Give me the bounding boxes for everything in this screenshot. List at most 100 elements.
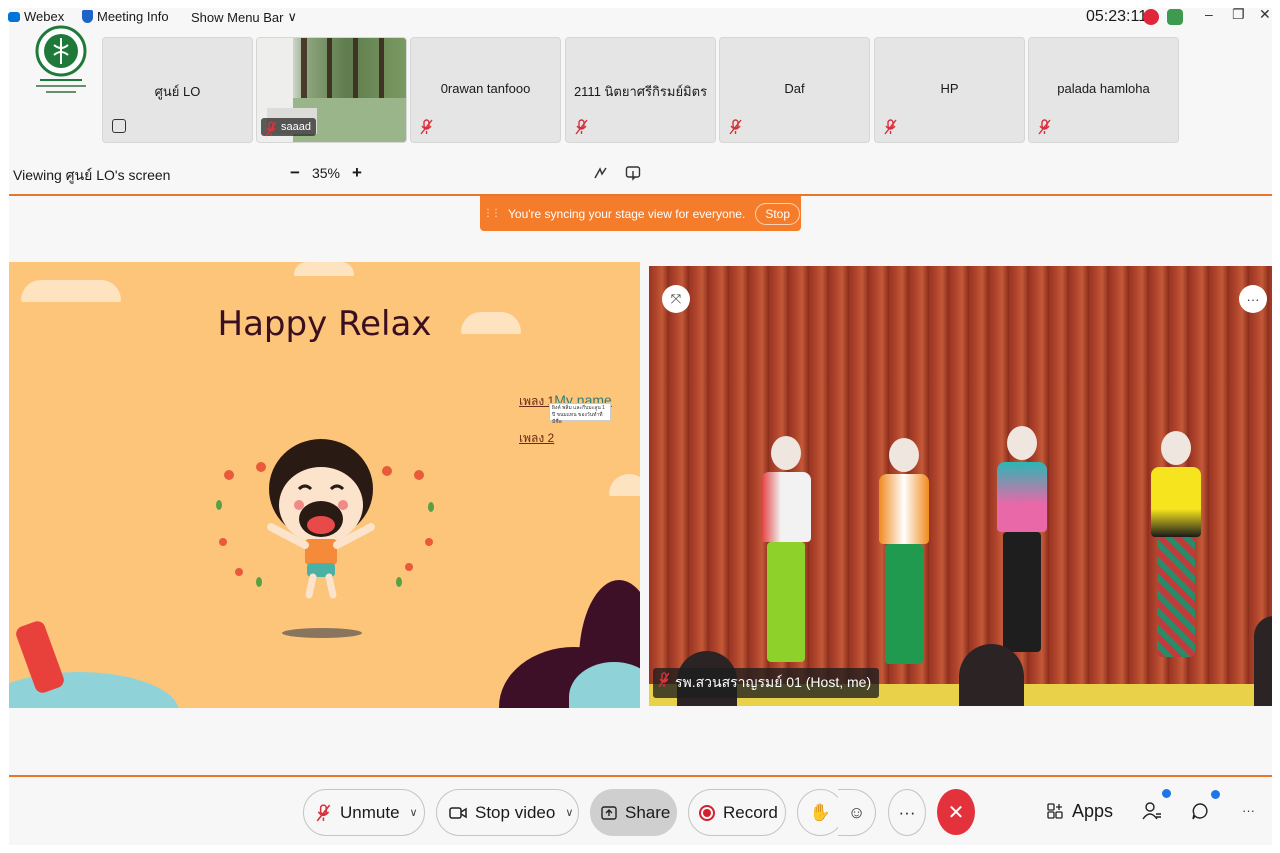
record-icon — [699, 804, 715, 821]
show-menu-bar-button[interactable]: Show Menu Bar ∨ — [191, 9, 297, 25]
song-2-link[interactable]: เพลง 2 — [519, 429, 554, 448]
participant-tile[interactable]: palada hamloha — [1028, 37, 1179, 143]
close-window-button[interactable]: ✕ — [1259, 6, 1271, 23]
sync-banner-text: You're syncing your stage view for every… — [508, 206, 746, 221]
raise-hand-icon: ✋ — [809, 802, 832, 822]
drag-handle-icon[interactable]: ⋮⋮ — [480, 208, 502, 219]
stop-video-label: Stop video — [475, 802, 556, 822]
cloud-decoration — [609, 474, 640, 496]
participant-name-label: saaad — [261, 118, 316, 137]
zoom-out-button[interactable]: − — [290, 163, 300, 183]
viewing-label: Viewing ศูนย์ LO's screen — [13, 167, 171, 183]
mic-muted-icon — [266, 121, 276, 137]
sync-stage-banner: ⋮⋮ You're syncing your stage view for ev… — [480, 196, 801, 231]
host-name: รพ.สวนสราญรมย์ 01 (Host, me) — [675, 674, 872, 690]
participant-video-tile[interactable]: saaad — [256, 37, 407, 143]
stop-sync-button[interactable]: Stop — [755, 202, 800, 225]
unmute-label: Unmute — [340, 802, 400, 822]
audience-head — [959, 644, 1024, 706]
slide-title: Happy Relax — [217, 304, 432, 344]
network-health-icon[interactable] — [1167, 9, 1183, 25]
share-label: Share — [625, 802, 671, 822]
performer — [1146, 431, 1206, 657]
stop-video-button[interactable]: Stop video ∨ — [436, 789, 579, 836]
share-button[interactable]: Share — [590, 789, 677, 836]
request-control-icon[interactable] — [625, 165, 641, 181]
active-speaker-video[interactable]: ⤧ ··· รพ.สวนสราญรมย์ 01 (Host, me) — [649, 266, 1272, 706]
show-menu-bar-label: Show Menu Bar — [191, 9, 284, 25]
overflow-menu-icon[interactable]: ··· — [1242, 803, 1255, 818]
unpin-icon[interactable]: ⤧ — [662, 285, 690, 313]
chevron-down-icon[interactable]: ∨ — [410, 806, 418, 819]
chat-icon[interactable] — [1191, 802, 1210, 821]
chat-badge — [1211, 790, 1220, 799]
control-bar-divider — [9, 775, 1272, 777]
webex-logo-icon — [8, 11, 20, 22]
unmute-button[interactable]: Unmute ∨ — [303, 789, 425, 836]
annotate-icon[interactable] — [593, 165, 609, 181]
minimize-button[interactable]: – — [1205, 6, 1213, 22]
raise-hand-button[interactable]: ✋ — [797, 789, 844, 836]
performer — [756, 436, 816, 662]
participant-tile[interactable]: 0rawan tanfooo — [410, 37, 561, 143]
shared-screen[interactable]: Happy Relax เพลง 1My name ผิงค์ พลิ่ม แล… — [9, 262, 640, 708]
participant-name: palada hamloha — [1057, 81, 1150, 96]
participant-name: Daf — [784, 81, 805, 96]
hyperlink-tooltip: ผิงค์ พลิ่ม และกีบมะลูน 1 ปี ขนมแทน ของว… — [549, 403, 611, 425]
character-shadow — [282, 628, 362, 638]
participant-name: saaad — [281, 121, 311, 133]
cloud-decoration — [21, 280, 121, 302]
more-icon: ··· — [898, 802, 916, 822]
meeting-clock: 05:23:11 — [1086, 8, 1148, 25]
more-options-button[interactable]: ··· — [888, 789, 926, 836]
video-more-options-button[interactable]: ··· — [1239, 285, 1267, 313]
participant-name: HP — [940, 81, 959, 96]
meeting-info-button[interactable]: Meeting Info — [82, 9, 169, 24]
record-label: Record — [723, 802, 778, 822]
shield-icon — [82, 10, 93, 23]
participant-tile[interactable]: HP — [874, 37, 1025, 143]
participants-icon[interactable] — [1142, 801, 1162, 821]
reactions-icon: ☺ — [847, 802, 866, 822]
apps-label: Apps — [1072, 801, 1114, 821]
camera-icon — [449, 806, 467, 819]
mic-muted-icon — [729, 119, 742, 135]
close-icon: ✕ — [947, 801, 965, 824]
end-meeting-button[interactable]: ✕ — [937, 789, 975, 835]
participant-name: 2111 นิตยาศรีกิรมย์มิตร — [573, 84, 708, 99]
app-name: Webex — [24, 9, 65, 24]
performer — [874, 438, 934, 664]
webex-menu[interactable]: Webex — [8, 9, 64, 24]
participant-name: ศูนย์ LO — [154, 84, 201, 99]
mic-muted-icon — [1038, 119, 1051, 135]
participant-tile[interactable]: Daf — [719, 37, 870, 143]
ministry-logo — [35, 25, 87, 93]
zoom-level[interactable]: 35% — [312, 165, 340, 181]
screen-share-icon — [112, 119, 126, 133]
title-bar: Webex Meeting Info Show Menu Bar ∨ 05:23… — [0, 0, 1280, 34]
mic-muted-icon — [316, 803, 331, 821]
audience-head — [1254, 616, 1272, 706]
apps-icon — [1047, 803, 1063, 819]
chevron-down-icon[interactable]: ∨ — [565, 806, 573, 819]
share-screen-icon — [601, 805, 617, 820]
zoom-in-button[interactable]: + — [352, 163, 362, 183]
zoom-controls: − 35% + — [290, 163, 362, 183]
chevron-down-icon: ∨ — [287, 9, 298, 24]
participant-tile[interactable]: 2111 นิตยาศรีกิรมย์มิตร — [565, 37, 716, 143]
cloud-decoration — [294, 262, 354, 276]
meeting-info-label: Meeting Info — [97, 9, 169, 24]
host-name-label: รพ.สวนสราญรมย์ 01 (Host, me) — [653, 668, 880, 698]
mic-muted-icon — [659, 672, 669, 688]
apps-button[interactable]: Apps — [1047, 801, 1113, 822]
participants-badge — [1162, 789, 1171, 798]
participant-name: 0rawan tanfooo — [440, 81, 531, 96]
participant-tile[interactable]: ศูนย์ LO — [102, 37, 253, 143]
cartoon-girl — [216, 439, 434, 599]
restore-button[interactable]: ❐ — [1232, 6, 1245, 23]
mic-muted-icon — [884, 119, 897, 135]
performer — [992, 426, 1052, 652]
record-button[interactable]: Record — [688, 789, 786, 836]
mic-muted-icon — [575, 119, 588, 135]
mic-muted-icon — [420, 119, 433, 135]
